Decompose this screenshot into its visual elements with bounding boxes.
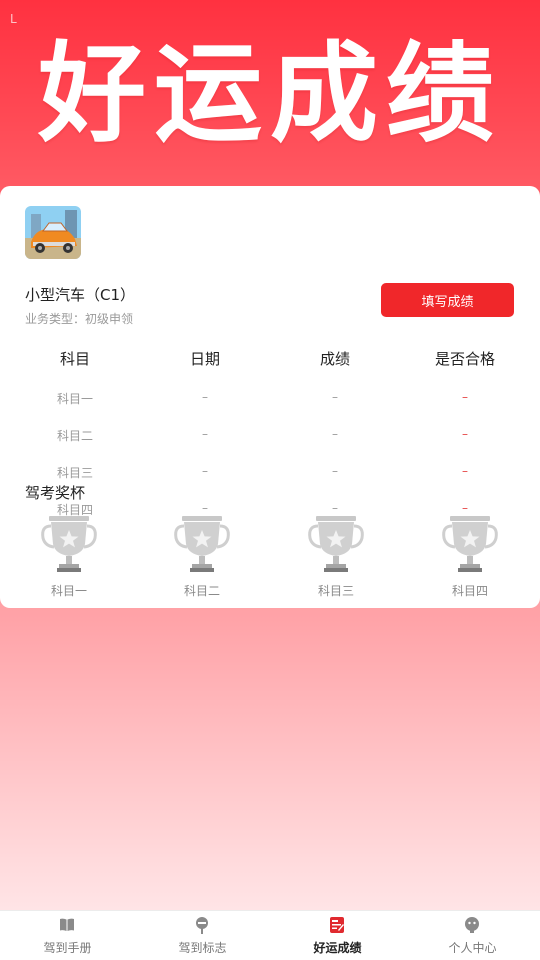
business-type: 业务类型：初级申领: [25, 312, 134, 326]
row-date: –: [202, 390, 208, 404]
road-sign-icon: [193, 916, 211, 934]
trophy-icon[interactable]: [440, 514, 500, 574]
tab-label: 好运成绩: [313, 941, 362, 955]
row-date: –: [202, 464, 208, 478]
tab-handbook[interactable]: 驾到手册: [0, 911, 135, 960]
row-pass: –: [462, 501, 468, 515]
row-subject: 科目三: [56, 466, 93, 480]
tab-profile[interactable]: 个人中心: [405, 911, 540, 960]
score-card: 小型汽车（C1） 业务类型：初级申领 填写成绩 科目 日期 成绩 是否合格 科目…: [0, 186, 540, 608]
tab-label: 驾到手册: [43, 941, 92, 955]
row-subject: 科目二: [56, 429, 93, 443]
tab-road-signs[interactable]: 驾到标志: [135, 911, 270, 960]
row-pass: –: [462, 390, 468, 404]
trophy-label: 科目四: [451, 584, 488, 598]
row-score: –: [332, 501, 338, 515]
book-icon: [58, 916, 76, 934]
trophy-icon[interactable]: [39, 514, 99, 574]
tab-label: 驾到标志: [178, 941, 227, 955]
row-date: –: [202, 501, 208, 515]
trophy-label: 科目三: [317, 584, 354, 598]
tab-label: 个人中心: [448, 941, 497, 955]
fill-score-button[interactable]: 填写成绩: [381, 283, 514, 317]
tab-scores[interactable]: 好运成绩: [270, 911, 405, 960]
row-score: –: [332, 390, 338, 404]
row-date: –: [202, 427, 208, 441]
row-subject: 科目一: [56, 392, 93, 406]
trophy-label: 科目一: [50, 584, 87, 598]
row-pass: –: [462, 464, 468, 478]
header-subject: 科目: [59, 350, 90, 368]
hero-title: 好运成绩: [37, 32, 502, 157]
trophy-icon[interactable]: [172, 514, 232, 574]
header-pass: 是否合格: [434, 350, 495, 368]
user-icon: [463, 916, 481, 934]
header-date: 日期: [189, 350, 220, 368]
trophy-icon[interactable]: [306, 514, 366, 574]
row-score: –: [332, 427, 338, 441]
status-indicator: L: [10, 12, 17, 26]
row-pass: –: [462, 427, 468, 441]
bottom-tab-bar: 驾到手册 驾到标志 好运成绩 个人中心: [0, 910, 540, 960]
score-report-icon: [328, 916, 346, 934]
trophy-label: 科目二: [183, 584, 220, 598]
trophy-section-title: 驾考奖杯: [25, 484, 86, 502]
car-thumbnail: [25, 206, 81, 259]
header-score: 成绩: [319, 350, 350, 368]
row-score: –: [332, 464, 338, 478]
license-title: 小型汽车（C1）: [25, 286, 136, 304]
